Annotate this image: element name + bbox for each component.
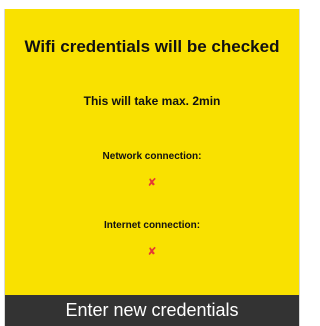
network-status-cross-icon: ✘: [147, 176, 157, 189]
enter-new-credentials-button[interactable]: Enter new credentials: [5, 295, 299, 326]
dialog-subtitle: This will take max. 2min: [83, 94, 221, 108]
screen: Wifi credentials will be checked This wi…: [0, 0, 306, 326]
dialog-title: Wifi credentials will be checked: [24, 37, 280, 56]
internet-status-cross-icon: ✘: [147, 245, 157, 258]
network-connection-label: Network connection:: [102, 151, 202, 162]
credentials-check-panel: Wifi credentials will be checked This wi…: [4, 9, 300, 326]
internet-connection-label: Internet connection:: [103, 220, 201, 231]
